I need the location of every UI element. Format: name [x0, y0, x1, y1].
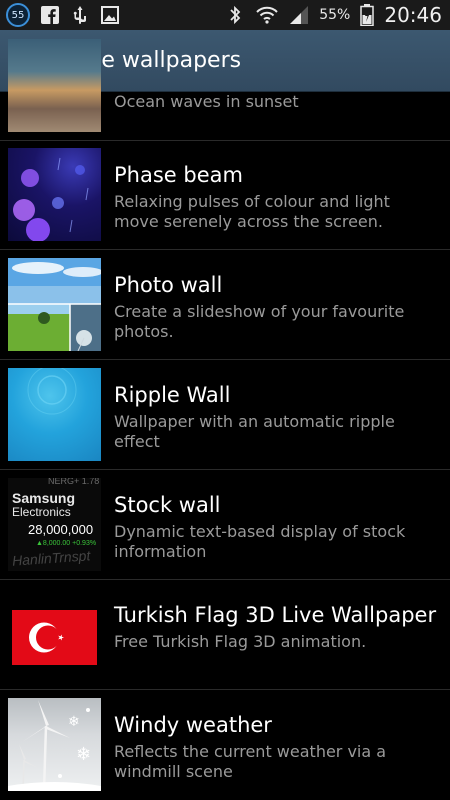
- list-item-title: Phase beam: [114, 163, 243, 187]
- notification-count-badge: 55: [6, 3, 30, 27]
- stock-price: 28,000,000: [28, 522, 94, 537]
- list-item-description: Create a slideshow of your favourite pho…: [114, 302, 405, 341]
- photo-wall-thumbnail: [8, 258, 101, 351]
- windy-weather-thumbnail: ❄ ❄: [8, 698, 101, 791]
- svg-text:❄: ❄: [68, 714, 80, 730]
- list-item-description: Reflects the current weather via a windm…: [114, 742, 387, 781]
- status-right: 55% 20:46: [225, 3, 442, 27]
- svg-text:❄: ❄: [76, 744, 91, 765]
- stock-change: ▲8,000.00 +0.93%: [36, 540, 97, 547]
- phase-beam-thumbnail: [8, 148, 101, 241]
- ripple-wall-thumbnail: [8, 365, 101, 461]
- clock-time: 20:46: [384, 3, 442, 27]
- battery-icon: [360, 4, 375, 26]
- list-item-stock-wall[interactable]: NERG+ 1.78 Samsung Electronics 28,000,00…: [0, 471, 450, 580]
- image-icon: [100, 5, 120, 25]
- list-item-windy-weather[interactable]: ❄ ❄ Windy weather Reflects the current w…: [0, 691, 450, 799]
- signal-icon: [289, 5, 309, 25]
- stock-company-sub: Electronics: [12, 505, 71, 519]
- list-item-ocean-waves[interactable]: Ocean waves in sunset: [0, 32, 450, 141]
- status-bar: 55 55% 20:46: [0, 0, 450, 30]
- list-item-description: Wallpaper with an automatic ripple effec…: [114, 412, 395, 451]
- list-item-title: Turkish Flag 3D Live Wallpaper: [114, 603, 437, 627]
- stock-company-name: Samsung: [12, 490, 76, 506]
- bluetooth-icon: [225, 5, 245, 25]
- list-item-ripple-wall[interactable]: Ripple Wall Wallpaper with an automatic …: [0, 361, 450, 470]
- stock-wall-thumbnail: NERG+ 1.78 Samsung Electronics 28,000,00…: [8, 478, 101, 571]
- status-left: 55: [6, 3, 120, 27]
- list-item-title: Windy weather: [114, 713, 272, 737]
- ocean-sunset-thumbnail: [8, 39, 101, 132]
- list-item-phase-beam[interactable]: Phase beam Relaxing pulses of colour and…: [0, 141, 450, 250]
- stock-ticker-bottom: HanlinTrnspt: [11, 547, 91, 569]
- list-item-turkish-flag[interactable]: Turkish Flag 3D Live Wallpaper Free Turk…: [0, 581, 450, 690]
- facebook-icon: [40, 5, 60, 25]
- wifi-icon: [255, 5, 279, 25]
- list-item-description: Relaxing pulses of colour and light move…: [114, 192, 390, 231]
- list-item-title: Ripple Wall: [114, 383, 231, 407]
- battery-percentage: 55%: [319, 7, 351, 23]
- list-item-description: Dynamic text-based display of stock info…: [114, 522, 406, 561]
- turkish-flag-thumbnail: [8, 588, 101, 681]
- usb-icon: [70, 5, 90, 25]
- list-item-description: Ocean waves in sunset: [114, 92, 299, 111]
- list-item-description: Free Turkish Flag 3D animation.: [114, 632, 367, 651]
- list-item-photo-wall[interactable]: Photo wall Create a slideshow of your fa…: [0, 251, 450, 360]
- list-item-title: Photo wall: [114, 273, 223, 297]
- list-item-title: Stock wall: [114, 493, 221, 517]
- stock-ticker-top: NERG+ 1.78: [48, 478, 100, 486]
